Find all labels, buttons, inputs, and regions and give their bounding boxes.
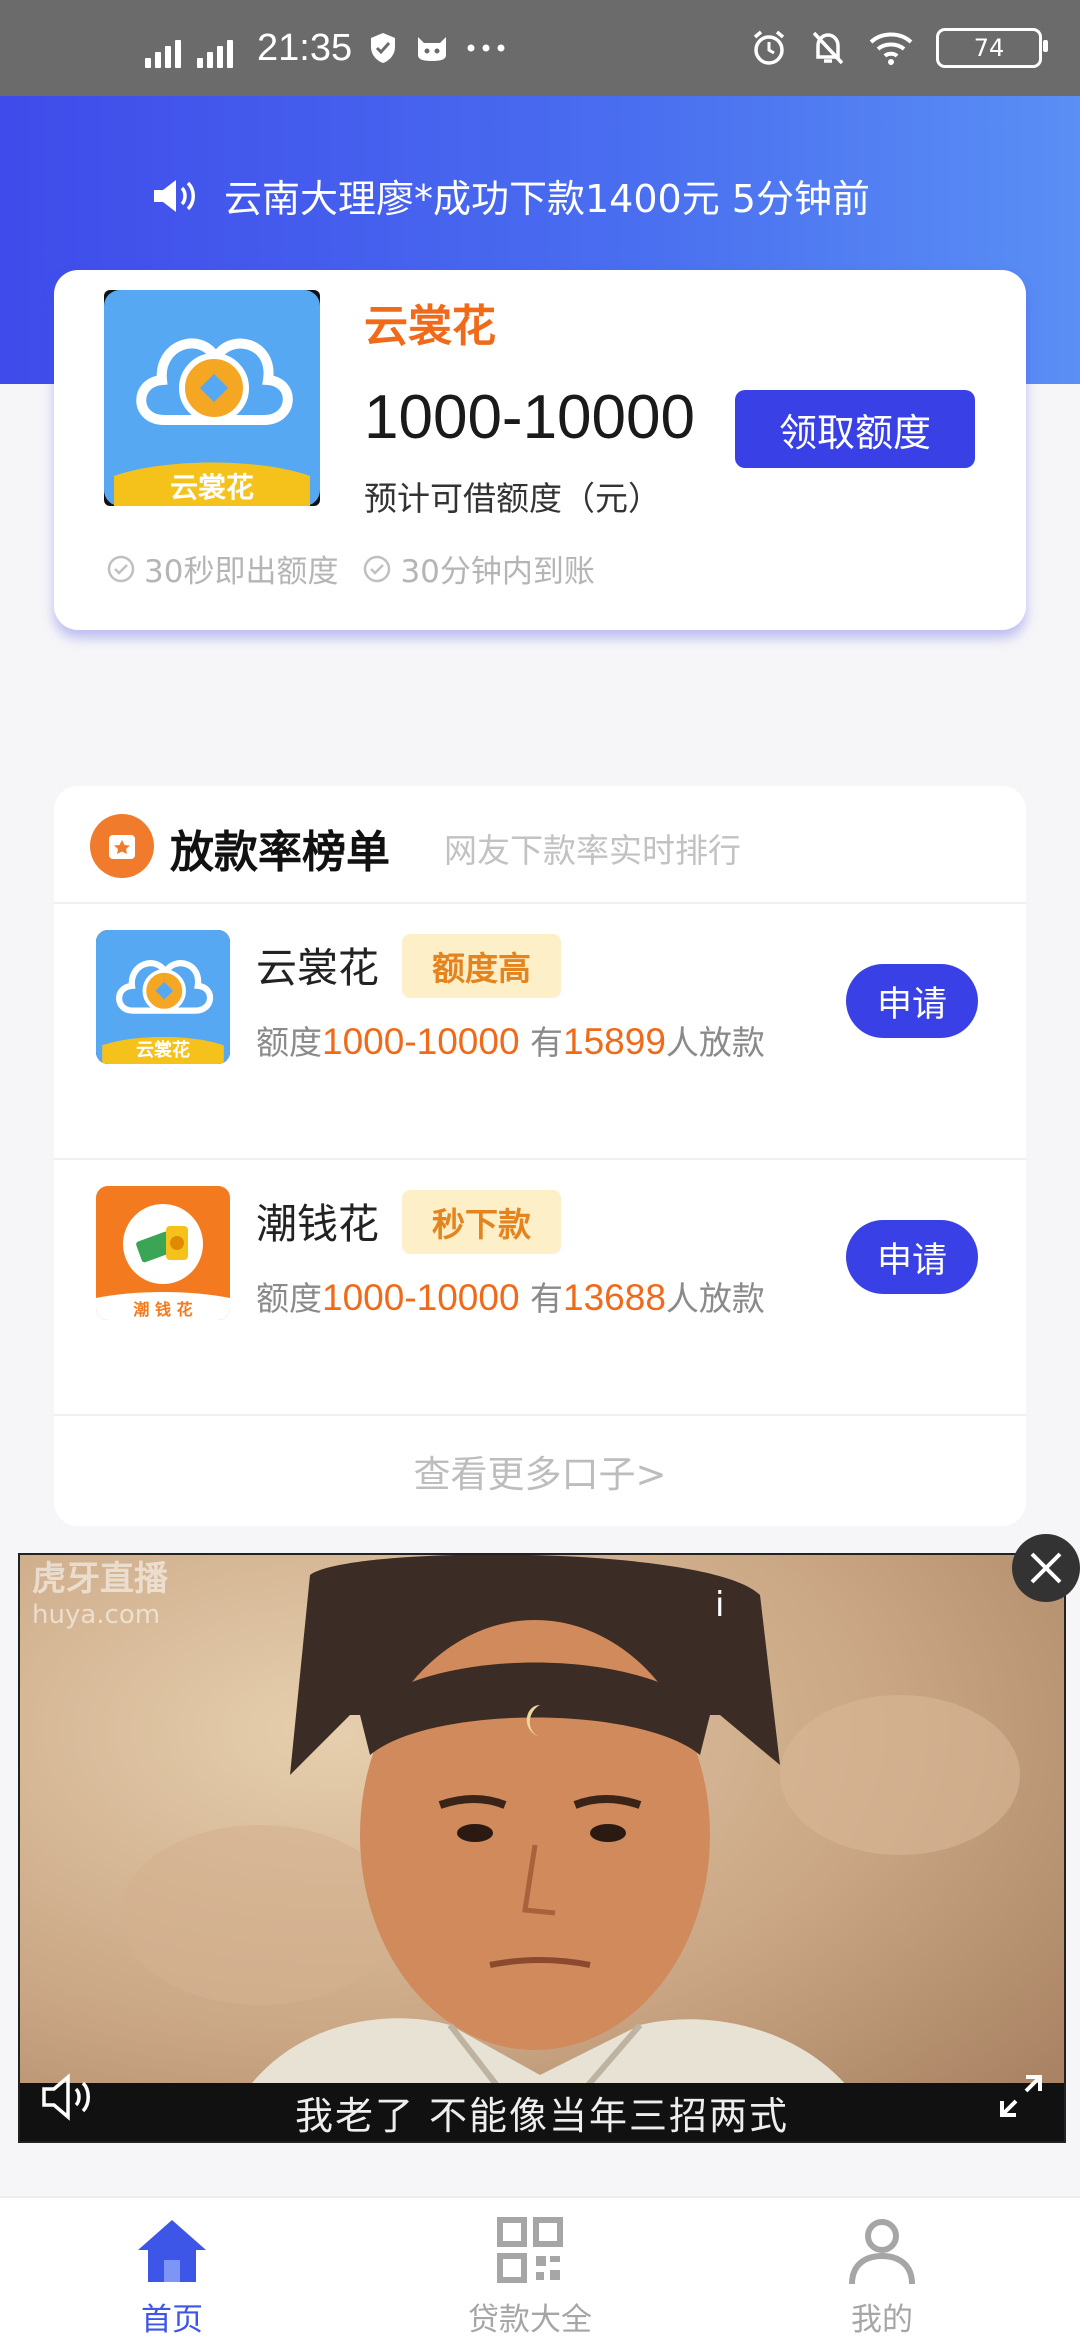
more-dots-icon [467, 44, 505, 52]
ranking-header: 放款率榜单 网友下款率实时排行 [54, 786, 1026, 904]
nav-label: 我的 [851, 2302, 913, 2338]
logo-caption: 潮 钱 花 [133, 1300, 193, 1319]
logo-caption: 云裳花 [169, 471, 254, 504]
app-name: 潮钱花 [256, 1200, 379, 1248]
nav-loan-list[interactable]: 贷款大全 [410, 2212, 650, 2339]
desc-amount: 1000-10000 [322, 1021, 520, 1062]
close-ad-button[interactable] [1012, 1534, 1080, 1602]
user-icon [849, 2219, 915, 2285]
status-bar: 21:35 74 [0, 0, 1080, 96]
desc-suffix: 人放款 [665, 1023, 765, 1062]
watermark-cn: 虎牙直播 [32, 1559, 168, 1599]
status-left: 21:35 [145, 0, 506, 96]
desc-amount: 1000-10000 [322, 1277, 520, 1318]
app-logo: 潮 钱 花 [96, 1186, 230, 1320]
ranking-title: 放款率榜单 [170, 827, 390, 878]
apply-button[interactable]: 申请 [846, 1220, 978, 1294]
grid-icon [497, 2217, 563, 2283]
bottom-navigation: 首页 贷款大全 我的 [0, 2196, 1080, 2342]
credit-amount-label: 预计可借额度（元） [364, 479, 661, 518]
signal-icon [145, 28, 181, 68]
desc-suffix: 人放款 [665, 1279, 765, 1318]
loan-description: 额度1000-10000 有15899人放款 [256, 1016, 765, 1064]
nav-profile[interactable]: 我的 [762, 2212, 1002, 2339]
app-logo: 云裳花 [104, 290, 320, 506]
shield-icon [371, 33, 396, 63]
claim-credit-button[interactable]: 领取额度 [735, 390, 975, 468]
video-subtitle: 我老了 不能像当年三招两式 [20, 2083, 1064, 2141]
info-icon[interactable]: i [715, 1585, 724, 1625]
feature-text: 30分钟内到账 [400, 554, 595, 590]
fullscreen-icon[interactable] [996, 2071, 1046, 2121]
alarm-icon [753, 30, 785, 65]
desc-prefix: 额度 [256, 1279, 322, 1318]
list-item[interactable]: 云裳花 云裳花 额度高 额度1000-10000 有15899人放款 申请 [54, 904, 1026, 1160]
app-logo: 云裳花 [96, 930, 230, 1064]
desc-mid: 有 [519, 1279, 564, 1318]
ranking-subtitle: 网友下款率实时排行 [444, 831, 741, 870]
featured-product-card[interactable]: 云裳花 云裳花 1000-10000 预计可借额度（元） 领取额度 30秒即出额… [54, 270, 1026, 630]
feature-item: 30分钟内到账 [362, 546, 595, 591]
apply-button[interactable]: 申请 [846, 964, 978, 1038]
video-ad[interactable]: 虎牙直播 huya.com i 我老了 不能像当年三招两式 [18, 1553, 1066, 2143]
app-name: 云裳花 [256, 944, 379, 992]
tag-badge: 额度高 [402, 934, 561, 998]
volume-icon[interactable] [40, 2073, 100, 2121]
credit-amount: 1000-10000 [364, 383, 695, 452]
video-frame [20, 1555, 1064, 2141]
signal-4g-icon [197, 28, 233, 68]
speaker-icon [154, 179, 195, 212]
feature-list: 30秒即出额度 30分钟内到账 [106, 546, 595, 591]
ranking-card: 放款率榜单 网友下款率实时排行 云裳花 云裳花 额度高 额度1000-10000… [54, 786, 1026, 1526]
loan-notice: 云南大理廖*成功下款1400元 5分钟前 [150, 168, 870, 223]
nav-label: 贷款大全 [468, 2302, 592, 2338]
video-watermark: 虎牙直播 huya.com [32, 1561, 168, 1633]
logo-caption: 云裳花 [136, 1040, 190, 1061]
bell-mute-icon [812, 31, 844, 65]
loan-description: 额度1000-10000 有13688人放款 [256, 1272, 765, 1320]
check-circle-icon [107, 555, 135, 582]
view-more-link[interactable]: 查看更多口子> [54, 1416, 1026, 1526]
app-name: 云裳花 [364, 301, 496, 352]
nav-label: 首页 [141, 2302, 203, 2338]
status-right: 74 [750, 0, 1048, 96]
battery-level: 74 [973, 34, 1005, 62]
feature-item: 30秒即出额度 [106, 546, 338, 591]
battery-indicator: 74 [936, 28, 1048, 68]
feature-text: 30秒即出额度 [144, 554, 339, 590]
tag-badge: 秒下款 [402, 1190, 561, 1254]
cat-icon [418, 37, 447, 61]
close-icon [1030, 1552, 1062, 1584]
desc-mid: 有 [519, 1023, 564, 1062]
home-icon [138, 2220, 206, 2282]
watermark-en: huya.com [32, 1600, 161, 1630]
status-time: 21:35 [257, 26, 353, 69]
ranking-icon [90, 814, 154, 878]
wifi-icon [869, 32, 913, 65]
list-item[interactable]: 潮 钱 花 潮钱花 秒下款 额度1000-10000 有13688人放款 申请 [54, 1160, 1026, 1416]
nav-home[interactable]: 首页 [52, 2212, 292, 2339]
desc-count: 15899 [563, 1021, 666, 1062]
desc-count: 13688 [563, 1277, 666, 1318]
notice-text: 云南大理廖*成功下款1400元 5分钟前 [224, 177, 870, 221]
check-circle-icon [364, 555, 391, 582]
desc-prefix: 额度 [256, 1023, 322, 1062]
